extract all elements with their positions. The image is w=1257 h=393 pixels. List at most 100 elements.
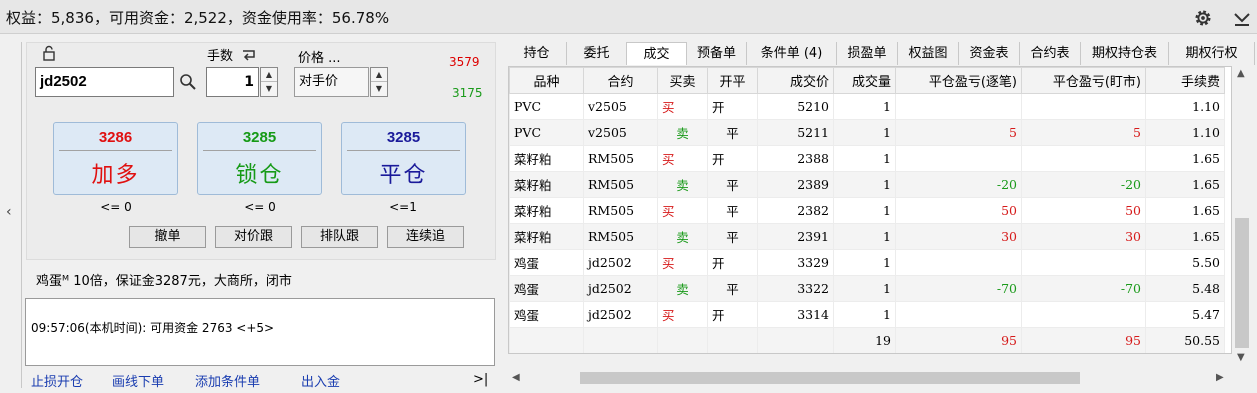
stepper-down-icon[interactable]: ▼ — [371, 82, 387, 96]
lock-position-button[interactable]: 3285 锁仓 — [197, 122, 322, 195]
table-cell: 5 — [1021, 119, 1146, 146]
column-header[interactable]: 平仓盈亏(盯市) — [1021, 67, 1146, 94]
vertical-scrollbar[interactable]: ▲ ▼ — [1233, 66, 1251, 368]
stepper-up-icon[interactable]: ▲ — [261, 68, 277, 82]
counter-price-follow-button[interactable]: 对价跟 — [215, 226, 292, 248]
divider — [21, 42, 22, 388]
table-cell: 3314 — [757, 301, 834, 328]
tab-orders[interactable]: 委托 — [567, 42, 627, 65]
button-label: 平仓 — [379, 163, 428, 188]
table-cell: 鸡蛋 — [509, 301, 584, 328]
table-cell: RM505 — [583, 197, 658, 224]
table-cell: 鸡蛋 — [509, 249, 584, 276]
left-collapse-strip: ‹ — [0, 40, 22, 390]
table-cell: 1.10 — [1145, 119, 1225, 146]
quantity-stepper[interactable]: ▲ ▼ — [260, 67, 278, 97]
tab-pending-orders[interactable]: 预备单 — [687, 42, 747, 65]
column-header[interactable]: 手续费 — [1145, 67, 1225, 94]
column-header[interactable]: 成交价 — [757, 67, 834, 94]
column-header[interactable]: 合约 — [583, 67, 658, 94]
scrollbar-thumb[interactable] — [580, 372, 1080, 384]
column-header[interactable]: 品种 — [509, 67, 584, 94]
table-cell: 1 — [833, 145, 896, 172]
tab-equity-chart[interactable]: 权益图 — [898, 42, 959, 65]
price-stepper[interactable]: ▲ ▼ — [370, 67, 388, 97]
table-cell: 2389 — [757, 171, 834, 198]
price-label[interactable]: 价格 ... — [298, 47, 341, 66]
tab-contracts-table[interactable]: 合约表 — [1020, 42, 1081, 65]
search-icon[interactable] — [179, 73, 197, 91]
scroll-left-icon[interactable]: ◀ — [512, 372, 520, 383]
add-long-button[interactable]: 3286 加多 — [53, 122, 178, 195]
price-type-field[interactable]: 对手价 — [294, 67, 369, 97]
trading-window: 权益：5,836，可用资金：2,522，资金使用率：56.78% ‹ 手数 价格… — [0, 0, 1257, 393]
table-cell: 95 — [895, 327, 1022, 353]
table-cell: 开 — [707, 301, 758, 328]
table-cell: 30 — [895, 223, 1022, 250]
table-cell: 30 — [1021, 223, 1146, 250]
tab-positions[interactable]: 持仓 — [507, 42, 567, 65]
table-row[interactable]: 鸡蛋 jd2502 买开 3329 1 5.50 — [509, 249, 1225, 276]
table-cell: 19 — [833, 327, 896, 353]
table-row[interactable]: 鸡蛋 jd2502 买开 3314 1 5.47 — [509, 301, 1225, 328]
button-price: 3285 — [386, 129, 421, 146]
chevron-left-icon[interactable]: ‹ — [6, 204, 12, 220]
tab-conditional-orders[interactable]: 条件单 (4) — [747, 42, 837, 65]
column-header[interactable]: 平仓盈亏(逐笔) — [895, 67, 1022, 94]
tab-funds-table[interactable]: 资金表 — [959, 42, 1020, 65]
table-row[interactable]: 菜籽粕 RM505 买平 2382 1 50 50 1.65 — [509, 197, 1225, 224]
close-position-button[interactable]: 3285 平仓 — [341, 122, 466, 195]
scroll-right-icon[interactable]: ▶ — [1216, 372, 1224, 383]
gear-icon[interactable] — [1192, 7, 1214, 29]
tab-stop-profit-loss[interactable]: 损盈单 — [837, 42, 898, 65]
lock-icon[interactable] — [41, 45, 57, 61]
tab-option-positions[interactable]: 期权持仓表 — [1081, 42, 1169, 65]
table-cell: PVC — [509, 93, 584, 120]
table-cell: 5.47 — [1145, 301, 1225, 328]
scroll-up-icon[interactable]: ▲ — [1237, 68, 1245, 79]
swap-icon[interactable] — [241, 47, 257, 61]
cancel-order-button[interactable]: 撤单 — [129, 226, 206, 248]
table-row[interactable]: 菜籽粕 RM505 卖平 2391 1 30 30 1.65 — [509, 223, 1225, 250]
table-cell: 50 — [895, 197, 1022, 224]
tab-option-exercise[interactable]: 期权行权 — [1169, 42, 1255, 65]
table-row[interactable]: 鸡蛋 jd2502 卖平 3322 1 -70 -70 5.48 — [509, 275, 1225, 302]
button-price: 3285 — [242, 129, 277, 146]
table-row[interactable]: PVC v2505 买开 5210 1 1.10 — [509, 93, 1225, 120]
stop-loss-open-link[interactable]: 止损开仓 — [31, 371, 83, 390]
collapse-panel-button[interactable]: >| — [473, 372, 488, 387]
table-row[interactable]: 菜籽粕 RM505 买开 2388 1 1.65 — [509, 145, 1225, 172]
table-cell: 鸡蛋 — [509, 275, 584, 302]
table-cell: 95 — [1021, 327, 1146, 353]
scroll-down-icon[interactable]: ▼ — [1237, 352, 1245, 363]
table-cell: -20 — [1021, 171, 1146, 198]
button-price: 3286 — [98, 129, 133, 146]
horizontal-scrollbar[interactable]: ◀ ▶ — [508, 369, 1232, 387]
continuous-chase-button[interactable]: 连续追 — [387, 226, 464, 248]
table-cell: 买 — [657, 93, 708, 120]
draw-line-order-link[interactable]: 画线下单 — [112, 371, 164, 390]
stepper-up-icon[interactable]: ▲ — [371, 68, 387, 82]
table-total-row[interactable]: 19 95 95 50.55 — [509, 327, 1225, 353]
chevron-down-icon[interactable] — [1232, 8, 1252, 28]
queue-follow-button[interactable]: 排队跟 — [301, 226, 378, 248]
column-header[interactable]: 开平 — [707, 67, 758, 94]
button-label: 加多 — [91, 163, 140, 188]
limit-down-price: 3175 — [452, 86, 483, 100]
table-cell: 2388 — [757, 145, 834, 172]
tab-trades[interactable]: 成交 — [627, 42, 687, 65]
column-header[interactable]: 买卖 — [657, 67, 708, 94]
add-conditional-order-link[interactable]: 添加条件单 — [195, 371, 260, 390]
quantity-input[interactable]: 1 — [206, 67, 259, 97]
stepper-down-icon[interactable]: ▼ — [261, 82, 277, 96]
table-row[interactable]: 菜籽粕 RM505 卖平 2389 1 -20 -20 1.65 — [509, 171, 1225, 198]
column-header[interactable]: 成交量 — [833, 67, 896, 94]
table-cell: 开 — [707, 93, 758, 120]
table-row[interactable]: PVC v2505 卖平 5211 1 5 5 1.10 — [509, 119, 1225, 146]
table-cell — [895, 145, 1022, 172]
deposit-withdraw-link[interactable]: 出入金 — [301, 371, 340, 390]
table-cell: 卖 — [657, 275, 708, 302]
scrollbar-thumb[interactable] — [1235, 218, 1249, 348]
contract-code-input[interactable]: jd2502 — [35, 67, 174, 97]
table-cell: 平 — [707, 197, 758, 224]
